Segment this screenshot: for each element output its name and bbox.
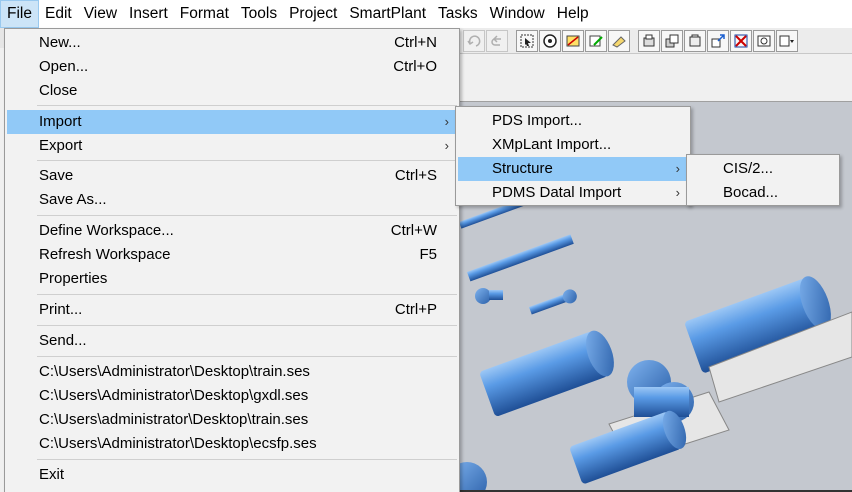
menu-view[interactable]: View: [78, 0, 123, 28]
menu-item-save[interactable]: Save Ctrl+S: [7, 164, 457, 188]
separator: [37, 105, 457, 106]
recent-file-3[interactable]: C:\Users\administrator\Desktop\train.ses: [7, 408, 457, 432]
menu-project[interactable]: Project: [283, 0, 343, 28]
view-icon[interactable]: [539, 29, 561, 52]
menu-item-save-as[interactable]: Save As...: [7, 188, 457, 212]
menu-file[interactable]: File: [0, 0, 39, 28]
recent-file-2[interactable]: C:\Users\Administrator\Desktop\gxdl.ses: [7, 384, 457, 408]
menu-item-export[interactable]: Export ›: [7, 134, 457, 158]
clip-icon[interactable]: [661, 29, 683, 52]
submenu-arrow-icon: ›: [444, 114, 449, 129]
select-icon[interactable]: [516, 29, 538, 52]
separator: [37, 294, 457, 295]
menu-item-structure[interactable]: Structure ›: [458, 157, 688, 181]
menu-item-cis2[interactable]: CIS/2...: [689, 157, 837, 181]
edit-icon[interactable]: [585, 29, 607, 52]
menu-tasks[interactable]: Tasks: [432, 0, 484, 28]
structure-submenu: CIS/2... Bocad...: [686, 154, 840, 206]
filter-icon[interactable]: [638, 29, 660, 52]
undo-icon[interactable]: [486, 29, 508, 52]
menu-item-new[interactable]: New... Ctrl+N: [7, 31, 457, 55]
redo-icon[interactable]: [463, 29, 485, 52]
separator: [37, 459, 457, 460]
menu-format[interactable]: Format: [174, 0, 235, 28]
menu-item-import[interactable]: Import ›: [7, 110, 457, 134]
menu-item-open[interactable]: Open... Ctrl+O: [7, 55, 457, 79]
menu-item-define-workspace[interactable]: Define Workspace... Ctrl+W: [7, 219, 457, 243]
import-submenu: PDS Import... XMpLant Import... Structur…: [455, 106, 691, 206]
separator: [37, 356, 457, 357]
separator: [37, 325, 457, 326]
menu-window[interactable]: Window: [484, 0, 551, 28]
menu-item-xmplant-import[interactable]: XMpLant Import...: [458, 133, 688, 157]
menu-item-print[interactable]: Print... Ctrl+P: [7, 298, 457, 322]
menu-smartplant[interactable]: SmartPlant: [343, 0, 432, 28]
menu-help[interactable]: Help: [551, 0, 595, 28]
menu-item-send[interactable]: Send...: [7, 329, 457, 353]
menu-insert[interactable]: Insert: [123, 0, 174, 28]
measure-icon[interactable]: [562, 29, 584, 52]
menu-item-pds-import[interactable]: PDS Import...: [458, 109, 688, 133]
layer-icon[interactable]: [608, 29, 630, 52]
toolbar-secondary: [459, 54, 852, 102]
menu-tools[interactable]: Tools: [235, 0, 283, 28]
file-menu: New... Ctrl+N Open... Ctrl+O Close Import ›…: [4, 28, 460, 492]
menu-bar: File Edit View Insert Format Tools Proje…: [0, 0, 852, 28]
window-icon[interactable]: [753, 29, 775, 52]
dropdown-icon[interactable]: [776, 29, 798, 52]
toolbar: [459, 28, 852, 54]
menu-item-close[interactable]: Close: [7, 79, 457, 103]
separator: [37, 160, 457, 161]
submenu-arrow-icon: ›: [444, 138, 449, 153]
submenu-arrow-icon: ›: [675, 185, 680, 200]
flag-icon[interactable]: [730, 29, 752, 52]
menu-item-exit[interactable]: Exit: [7, 463, 457, 487]
menu-edit[interactable]: Edit: [39, 0, 78, 28]
menu-item-pdms-datal-import[interactable]: PDMS Datal Import ›: [458, 181, 688, 205]
recent-file-4[interactable]: C:\Users\Administrator\Desktop\ecsfp.ses: [7, 432, 457, 456]
menu-item-properties[interactable]: Properties: [7, 267, 457, 291]
separator: [37, 215, 457, 216]
zoom-icon[interactable]: [707, 29, 729, 52]
camera-icon[interactable]: [684, 29, 706, 52]
recent-file-1[interactable]: C:\Users\Administrator\Desktop\train.ses: [7, 360, 457, 384]
menu-item-bocad[interactable]: Bocad...: [689, 181, 837, 205]
menu-item-refresh-workspace[interactable]: Refresh Workspace F5: [7, 243, 457, 267]
submenu-arrow-icon: ›: [675, 161, 680, 176]
